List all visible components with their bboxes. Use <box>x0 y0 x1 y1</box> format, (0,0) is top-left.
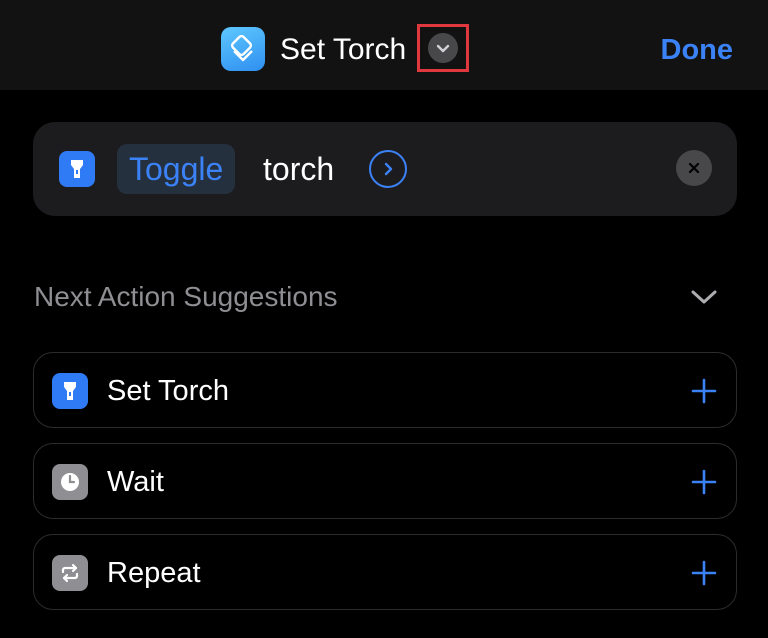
plus-icon[interactable] <box>686 373 722 409</box>
suggestion-label: Repeat <box>107 557 201 589</box>
repeat-icon <box>52 555 88 591</box>
close-icon <box>688 162 700 174</box>
plus-icon[interactable] <box>686 555 722 591</box>
clock-icon <box>52 464 88 500</box>
title-menu-button[interactable] <box>417 24 469 72</box>
chevron-right-circle-icon[interactable] <box>369 150 407 188</box>
navigation-bar: Set Torch Done <box>0 0 768 90</box>
toggle-token[interactable]: Toggle <box>117 144 236 194</box>
suggestion-item-wait[interactable]: Wait <box>33 443 737 519</box>
shortcuts-icon[interactable] <box>221 27 265 71</box>
chevron-down-icon[interactable] <box>686 282 722 312</box>
flashlight-icon <box>52 373 88 409</box>
suggestion-label: Set Torch <box>107 375 229 407</box>
chevron-down-icon[interactable] <box>428 33 458 63</box>
suggestion-list: Set Torch Wait Repeat <box>33 352 737 625</box>
remove-action-button[interactable] <box>676 150 712 186</box>
page-title[interactable]: Set Torch <box>280 30 406 70</box>
section-title: Next Action Suggestions <box>34 281 338 312</box>
suggestion-item-repeat[interactable]: Repeat <box>33 534 737 610</box>
flashlight-icon <box>59 151 95 187</box>
suggestion-item-set-torch[interactable]: Set Torch <box>33 352 737 428</box>
action-parameter-text: torch <box>263 151 335 187</box>
action-card: Toggle torch <box>33 122 737 216</box>
done-button[interactable]: Done <box>661 30 734 70</box>
suggestion-label: Wait <box>107 466 164 498</box>
plus-icon[interactable] <box>686 464 722 500</box>
